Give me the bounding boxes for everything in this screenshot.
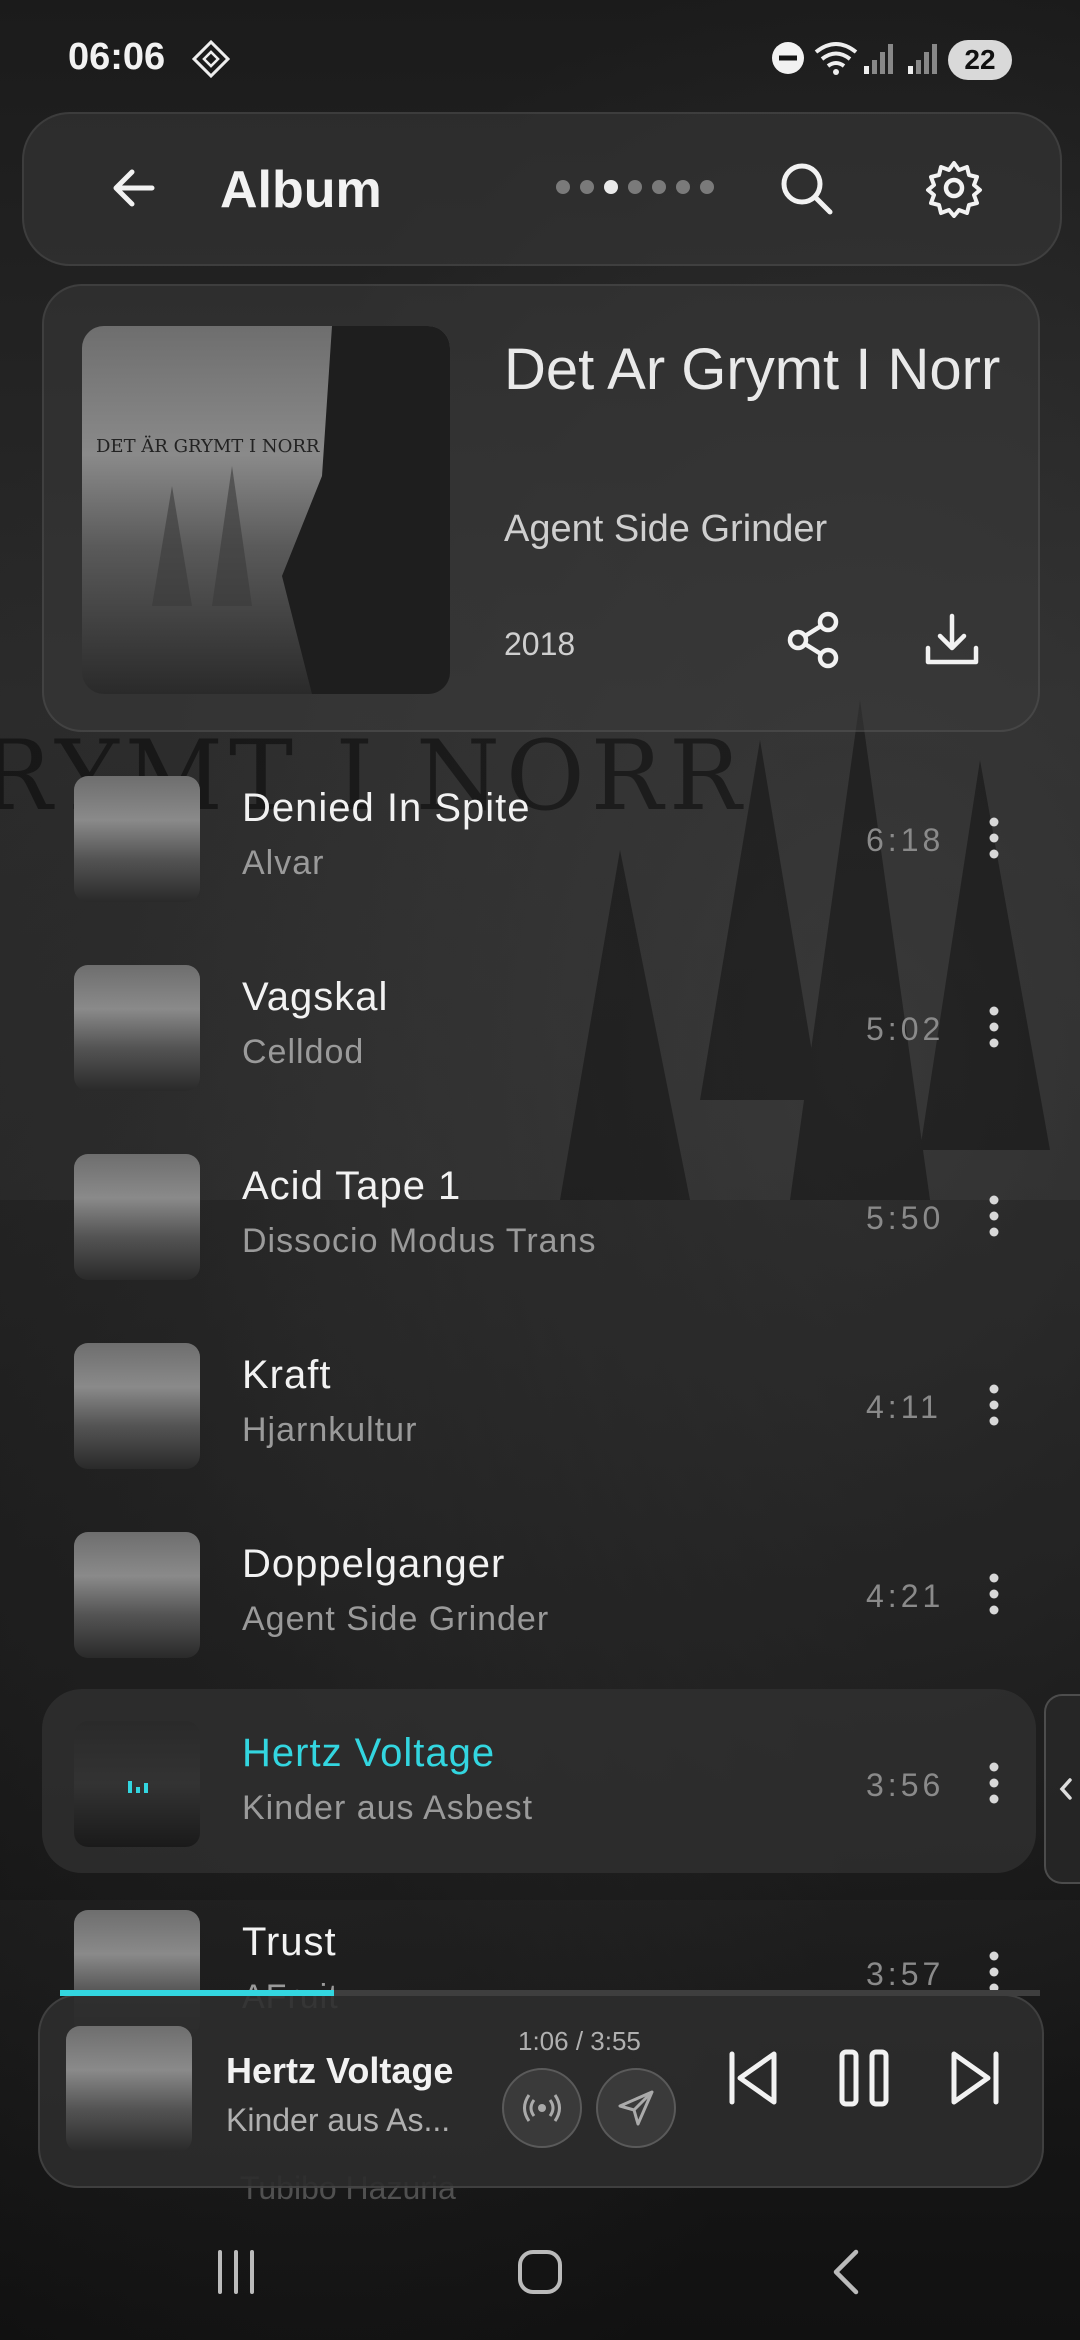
track-title: Doppelganger <box>242 1542 506 1586</box>
app-notification-icon <box>192 40 230 78</box>
back-arrow-icon[interactable] <box>104 158 164 218</box>
mini-player-thumbnail <box>66 2026 192 2152</box>
system-back-icon[interactable] <box>820 2244 876 2300</box>
status-time: 06:06 <box>68 36 166 78</box>
track-duration: 3:56 <box>866 1767 945 1803</box>
more-options-icon[interactable] <box>988 1383 1000 1427</box>
status-bar: 06:06 22 <box>0 0 1080 120</box>
track-row[interactable]: Doppelganger Agent Side Grinder 4:21 <box>42 1500 1036 1684</box>
track-title: Hertz Voltage <box>242 1731 496 1775</box>
mini-player-artist: Kinder aus As... <box>226 2102 451 2138</box>
track-title: Acid Tape 1 <box>242 1164 462 1208</box>
share-icon[interactable] <box>784 610 844 670</box>
page-dot <box>676 180 690 194</box>
send-button[interactable] <box>596 2068 676 2148</box>
page-dot <box>700 180 714 194</box>
track-thumbnail <box>74 1154 200 1280</box>
album-artist[interactable]: Agent Side Grinder <box>504 508 827 551</box>
playing-equalizer-icon <box>128 1777 148 1793</box>
album-header-card: DET ÄR GRYMT I NORR Det Ar Grymt I Norr … <box>42 284 1040 732</box>
home-icon[interactable] <box>512 2244 568 2300</box>
track-title: Vagskal <box>242 975 389 1019</box>
next-track-icon[interactable] <box>944 2046 1008 2110</box>
pause-icon[interactable] <box>832 2046 896 2110</box>
top-bar: Album <box>22 112 1062 266</box>
track-duration: 5:50 <box>866 1200 945 1236</box>
broadcast-icon <box>523 2094 561 2122</box>
wifi-icon <box>814 42 858 75</box>
page-title: Album <box>220 161 382 219</box>
track-row[interactable]: Vagskal Celldod 5:02 <box>42 933 1036 1117</box>
more-options-icon[interactable] <box>988 1950 1000 1994</box>
signal-icon-2 <box>908 44 937 74</box>
track-duration: 5:02 <box>866 1011 945 1047</box>
track-artist: Kinder aus Asbest <box>242 1789 534 1827</box>
track-thumbnail <box>74 965 200 1091</box>
album-cover-text: DET ÄR GRYMT I NORR <box>96 436 320 457</box>
track-row-playing[interactable]: Hertz Voltage Kinder aus Asbest 3:56 <box>42 1689 1036 1873</box>
mini-player-title: Hertz Voltage <box>226 2050 454 2091</box>
track-thumbnail <box>74 1343 200 1469</box>
download-icon[interactable] <box>922 610 982 670</box>
track-row[interactable]: Kraft Hjarnkultur 4:11 <box>42 1311 1036 1495</box>
more-options-icon[interactable] <box>988 1194 1000 1238</box>
album-year: 2018 <box>504 626 576 662</box>
album-title: Det Ar Grymt I Norr <box>504 337 1001 402</box>
page-dot <box>652 180 666 194</box>
page-dot-active <box>604 180 618 194</box>
track-thumbnail <box>74 1721 200 1847</box>
playback-progress-bar[interactable] <box>60 1990 1040 1996</box>
album-cover: DET ÄR GRYMT I NORR <box>82 326 450 694</box>
mini-player[interactable]: Hertz Voltage Kinder aus As... 1:06 / 3:… <box>38 1994 1044 2188</box>
track-artist: Hjarnkultur <box>242 1411 418 1449</box>
track-duration: 4:11 <box>866 1389 942 1425</box>
track-row[interactable]: Denied In Spite Alvar 6:18 <box>42 744 1036 928</box>
track-title: Kraft <box>242 1353 332 1397</box>
system-nav-bar <box>0 2210 1080 2340</box>
track-artist: Dissocio Modus Trans <box>242 1222 597 1260</box>
track-thumbnail <box>74 1532 200 1658</box>
more-options-icon[interactable] <box>988 1572 1000 1616</box>
previous-track-icon[interactable] <box>720 2046 784 2110</box>
signal-icon-1 <box>864 44 893 74</box>
battery-indicator: 22 <box>948 40 1012 80</box>
chevron-left-icon <box>1059 1778 1072 1800</box>
send-icon <box>618 2090 654 2126</box>
more-options-icon[interactable] <box>988 1005 1000 1049</box>
mini-player-time: 1:06 / 3:55 <box>518 2026 641 2056</box>
cast-button[interactable] <box>502 2068 582 2148</box>
track-duration: 6:18 <box>866 822 945 858</box>
track-row[interactable]: Acid Tape 1 Dissocio Modus Trans 5:50 <box>42 1122 1036 1306</box>
page-dot <box>580 180 594 194</box>
track-duration: 4:21 <box>866 1578 945 1614</box>
side-panel-handle[interactable] <box>1044 1694 1080 1884</box>
track-title: Denied In Spite <box>242 786 531 830</box>
page-dot <box>628 180 642 194</box>
page-indicator[interactable] <box>556 180 714 194</box>
track-artist: Celldod <box>242 1033 365 1071</box>
track-title: Trust <box>242 1920 337 1964</box>
track-artist: Alvar <box>242 844 325 882</box>
do-not-disturb-icon <box>772 42 804 74</box>
recent-apps-icon[interactable] <box>212 2244 260 2300</box>
more-options-icon[interactable] <box>988 1761 1000 1805</box>
page-dot <box>556 180 570 194</box>
search-icon[interactable] <box>776 158 836 218</box>
track-artist: Agent Side Grinder <box>242 1600 550 1638</box>
track-duration: 3:57 <box>866 1956 945 1992</box>
more-options-icon[interactable] <box>988 816 1000 860</box>
track-thumbnail <box>74 776 200 902</box>
playback-progress-fill <box>60 1990 335 1996</box>
gear-icon[interactable] <box>924 158 984 218</box>
